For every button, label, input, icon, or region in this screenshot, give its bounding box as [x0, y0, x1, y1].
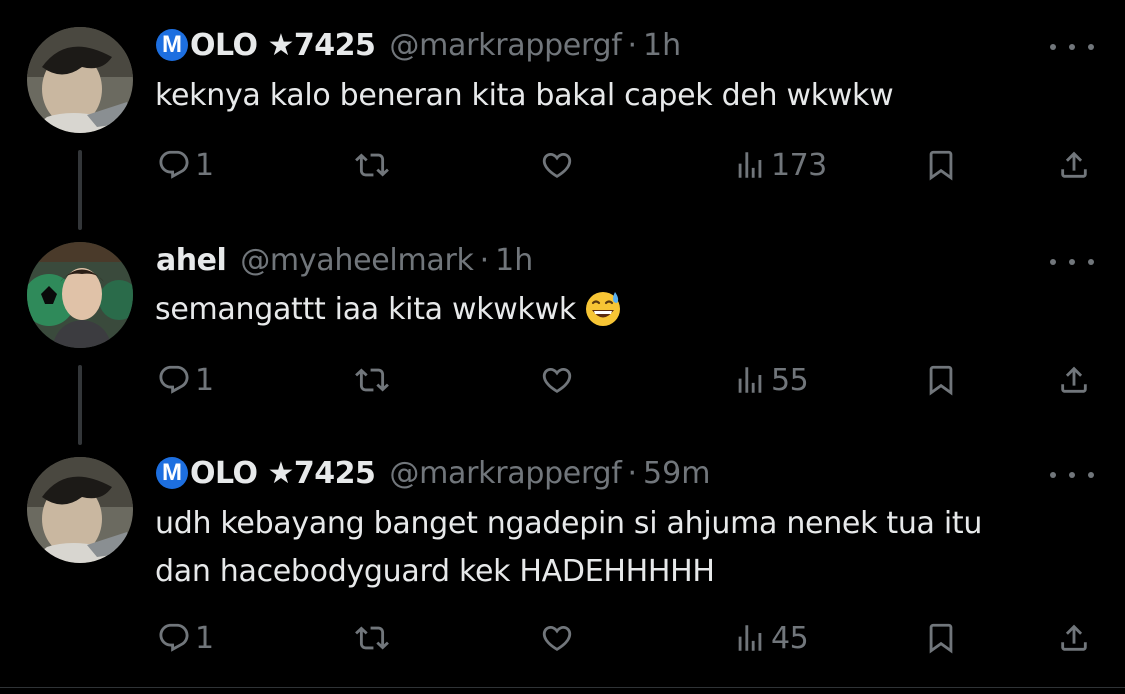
retweet-icon	[355, 368, 389, 392]
handle[interactable]: @markrappergf	[389, 456, 621, 491]
display-name[interactable]: ahel	[156, 243, 227, 278]
reply-count: 1	[195, 620, 214, 656]
reply-icon	[159, 365, 189, 394]
more-icon[interactable]	[1050, 37, 1094, 57]
reply-count: 1	[195, 147, 214, 183]
tweet-header: M OLO ★7425 @markrappergf · 59m	[156, 453, 710, 493]
bookmark-icon	[929, 150, 953, 181]
share-button[interactable]	[1057, 360, 1091, 400]
timestamp[interactable]: 1h	[643, 28, 681, 63]
avatar[interactable]	[27, 242, 133, 348]
bookmark-icon	[929, 365, 953, 396]
tweet[interactable]: ahel @myaheelmark · 1h semangattt iaa ki…	[0, 230, 1125, 445]
share-button[interactable]	[1057, 145, 1091, 185]
reply-button[interactable]: 1	[157, 360, 214, 400]
tweet-text: keknya kalo beneran kita bakal capek deh…	[155, 72, 894, 120]
views-button[interactable]: 55	[733, 360, 809, 400]
views-count: 45	[771, 620, 809, 656]
avatar[interactable]	[27, 27, 133, 133]
reply-icon	[159, 623, 189, 652]
more-icon[interactable]	[1050, 465, 1094, 485]
separator-dot: ·	[627, 27, 638, 63]
tweet[interactable]: M OLO ★7425 @markrappergf · 59m udh keba…	[0, 445, 1125, 687]
like-button[interactable]	[540, 618, 574, 658]
divider	[0, 687, 1125, 688]
action-bar: 1 173	[0, 145, 1125, 185]
tweet-text: udh kebayang banget ngadepin si ahjuma n…	[155, 500, 982, 596]
display-name[interactable]: OLO ★7425	[190, 456, 376, 491]
retweet-button[interactable]	[355, 618, 389, 658]
retweet-icon	[355, 626, 389, 650]
more-icon[interactable]	[1050, 252, 1094, 272]
handle[interactable]: @myaheelmark	[240, 243, 474, 278]
like-icon	[542, 152, 572, 178]
views-icon	[738, 367, 762, 393]
views-icon	[738, 152, 762, 178]
tweet-text: semangattt iaa kita wkwkwk	[155, 286, 622, 334]
verified-badge: M	[156, 457, 188, 489]
like-icon	[542, 367, 572, 393]
separator-dot: ·	[627, 455, 638, 491]
retweet-button[interactable]	[355, 145, 389, 185]
share-icon	[1061, 151, 1087, 178]
grinning-sweat-emoji	[585, 292, 620, 326]
verified-badge: M	[156, 29, 188, 61]
share-icon	[1061, 366, 1087, 393]
tweet-header: ahel @myaheelmark · 1h	[156, 240, 533, 280]
reply-button[interactable]: 1	[157, 618, 214, 658]
action-bar: 1 45	[0, 618, 1125, 658]
like-icon	[542, 625, 572, 651]
display-name[interactable]: OLO ★7425	[190, 28, 376, 63]
like-button[interactable]	[540, 145, 574, 185]
tweet-header: M OLO ★7425 @markrappergf · 1h	[156, 25, 681, 65]
timestamp[interactable]: 59m	[643, 456, 710, 491]
share-icon	[1061, 624, 1087, 651]
share-button[interactable]	[1057, 618, 1091, 658]
handle[interactable]: @markrappergf	[389, 28, 621, 63]
separator-dot: ·	[479, 242, 490, 278]
views-button[interactable]: 45	[733, 618, 809, 658]
views-count: 55	[771, 362, 809, 398]
bookmark-icon	[929, 623, 953, 654]
timestamp[interactable]: 1h	[495, 243, 533, 278]
tweet-text-content: semangattt iaa kita wkwkwk	[155, 292, 576, 327]
retweet-button[interactable]	[355, 360, 389, 400]
tweet[interactable]: M OLO ★7425 @markrappergf · 1h keknya ka…	[0, 0, 1125, 230]
tweet-text-line: keknya kalo beneran kita bakal capek deh…	[155, 78, 894, 113]
bookmark-button[interactable]	[924, 360, 958, 400]
reply-count: 1	[195, 362, 214, 398]
bookmark-button[interactable]	[924, 145, 958, 185]
tweet-text-line: semangattt iaa kita wkwkwk	[155, 286, 622, 334]
like-button[interactable]	[540, 360, 574, 400]
views-button[interactable]: 173	[733, 145, 827, 185]
reply-button[interactable]: 1	[157, 145, 214, 185]
action-bar: 1 55	[0, 360, 1125, 400]
tweet-text-line: dan hacebodyguard kek HADEHHHHH	[155, 554, 715, 589]
views-count: 173	[771, 147, 827, 183]
bookmark-button[interactable]	[924, 618, 958, 658]
reply-icon	[159, 150, 189, 179]
retweet-icon	[355, 153, 389, 177]
views-icon	[738, 625, 762, 651]
avatar[interactable]	[27, 457, 133, 563]
tweet-text-line: udh kebayang banget ngadepin si ahjuma n…	[155, 506, 983, 541]
